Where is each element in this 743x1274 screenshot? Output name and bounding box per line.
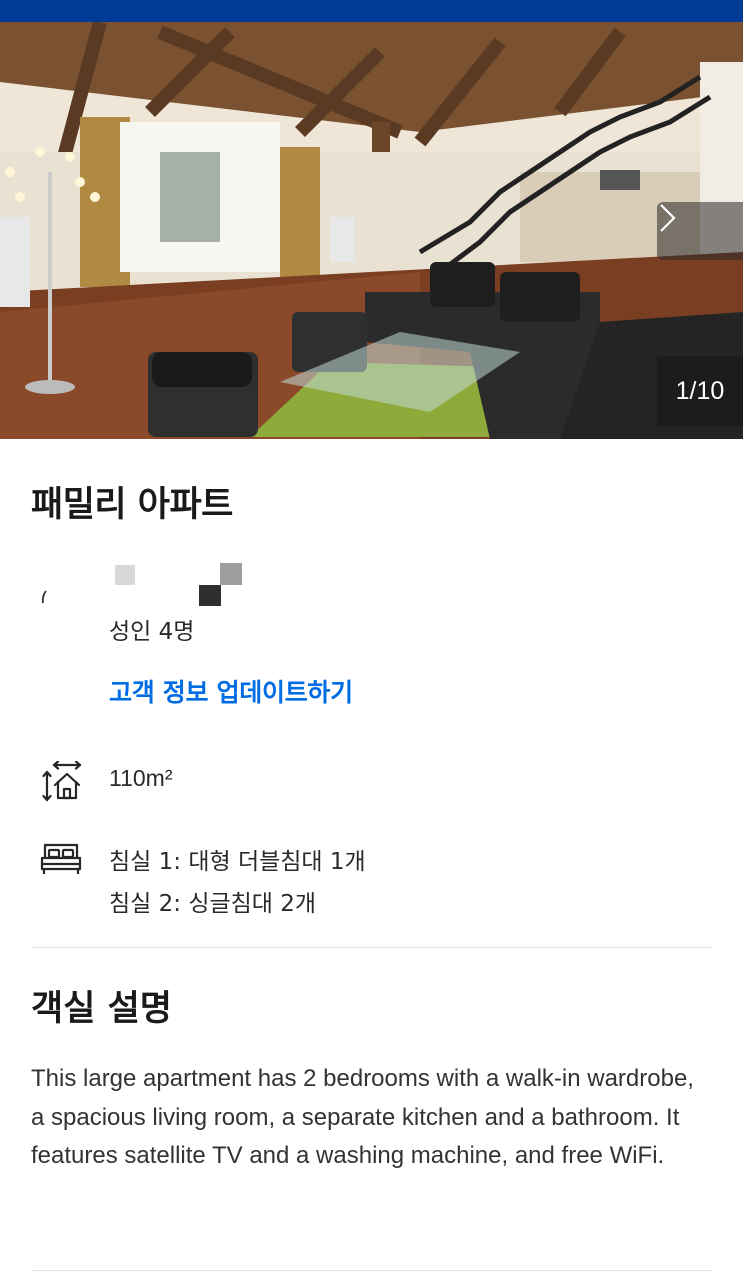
- guest-count: 성인 4명: [109, 619, 195, 645]
- redacted-pixel: [199, 585, 221, 606]
- divider: [31, 1270, 712, 1271]
- room-size-icon: [42, 761, 82, 802]
- property-title: 패밀리 아파트: [31, 485, 233, 525]
- divider: [31, 947, 712, 948]
- redacted-pixel: [220, 563, 242, 585]
- update-guest-info-link[interactable]: 고객 정보 업데이트하기: [109, 673, 353, 709]
- guest-icon: [41, 590, 47, 604]
- chevron-right-icon: [660, 204, 676, 232]
- top-bar: [0, 0, 743, 22]
- bedroom-2-text: 침실 2: 싱글침대 2개: [109, 891, 317, 917]
- redacted-pixel: [115, 565, 135, 585]
- bed-icon: [40, 843, 82, 874]
- bedroom-1-text: 침실 1: 대형 더블침대 1개: [109, 849, 366, 875]
- room-description-text: This large apartment has 2 bedrooms with…: [31, 1065, 694, 1169]
- photo-counter: 1/10: [657, 356, 743, 426]
- next-photo-button[interactable]: [657, 202, 743, 260]
- room-description-heading: 객실 설명: [31, 989, 172, 1029]
- room-size-text: 110m²: [109, 765, 173, 791]
- photo-gallery[interactable]: 1/10: [0, 22, 743, 439]
- room-photo: [0, 22, 743, 439]
